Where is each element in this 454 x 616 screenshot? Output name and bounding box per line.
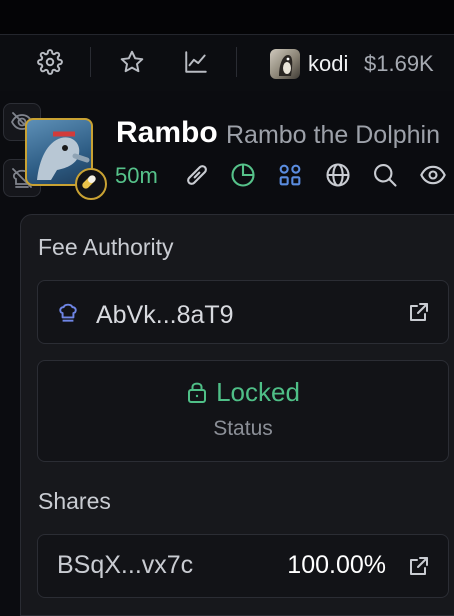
user-name[interactable]: kodi <box>308 51 348 77</box>
external-link-icon[interactable] <box>407 554 431 578</box>
apps-icon[interactable] <box>276 161 304 189</box>
token-name: Rambo the Dolphin <box>226 121 441 149</box>
share-row[interactable]: BSqX...vx7c 100.00% <box>37 534 449 598</box>
external-link-icon[interactable] <box>407 300 431 324</box>
link-icon[interactable] <box>183 161 211 189</box>
eye-icon[interactable] <box>419 161 447 189</box>
user-balance: $1.69K <box>364 51 434 76</box>
lock-icon <box>188 382 207 403</box>
share-percent: 100.00% <box>287 551 386 579</box>
token-age: 50m <box>115 163 158 188</box>
toolbar-divider <box>236 47 237 77</box>
fee-authority-address[interactable]: AbVk...8aT9 <box>96 301 234 330</box>
chef-hat-icon <box>55 299 81 325</box>
share-address[interactable]: BSqX...vx7c <box>57 551 193 580</box>
top-toolbar: kodi $1.69K <box>0 34 454 92</box>
fee-authority-card[interactable]: AbVk...8aT9 <box>37 280 449 344</box>
top-strip <box>0 0 454 34</box>
fee-authority-label: Fee Authority <box>38 234 174 260</box>
globe-icon[interactable] <box>324 161 352 189</box>
lock-status: Locked <box>38 377 448 408</box>
pill-badge-icon <box>75 168 107 200</box>
lock-status-text: Locked <box>216 377 300 407</box>
lock-status-card: Locked Status <box>37 360 449 462</box>
star-icon[interactable] <box>119 49 145 75</box>
toolbar-divider <box>90 47 91 77</box>
token-ticker: Rambo <box>116 116 218 149</box>
settings-gear-icon[interactable] <box>37 49 63 75</box>
chart-line-icon[interactable] <box>183 49 209 75</box>
shares-label: Shares <box>38 488 111 514</box>
search-icon[interactable] <box>371 161 399 189</box>
status-label: Status <box>213 417 273 440</box>
user-avatar[interactable] <box>270 49 300 79</box>
pie-chart-icon[interactable] <box>229 161 257 189</box>
